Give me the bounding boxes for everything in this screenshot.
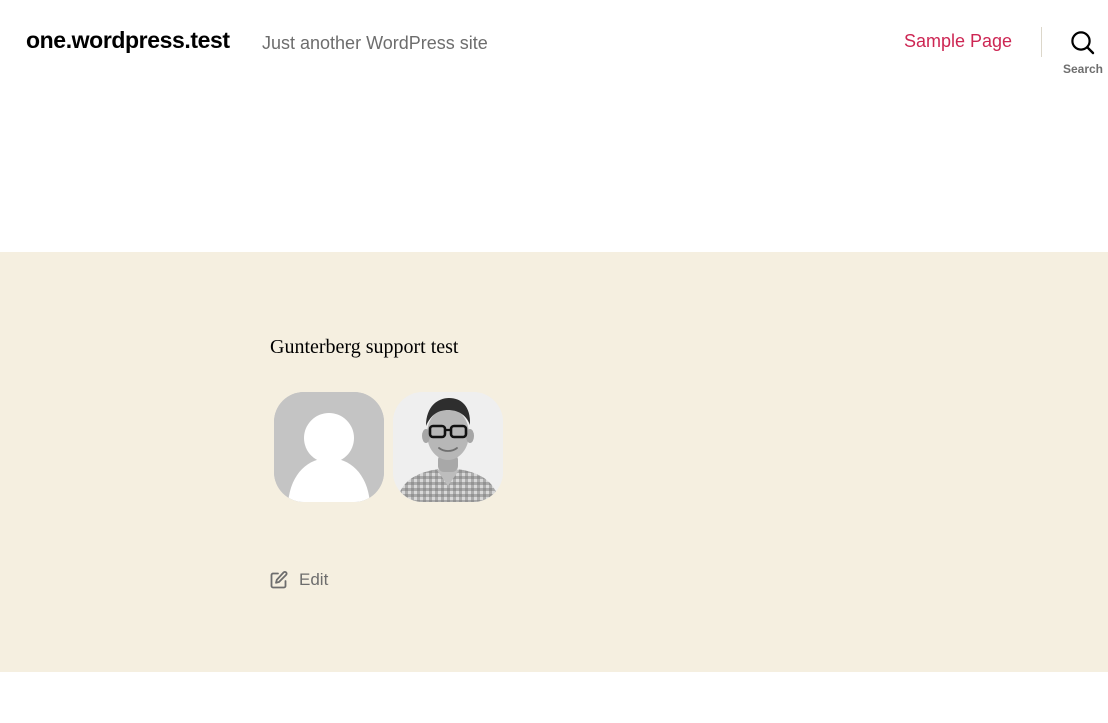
site-description: Just another WordPress site (262, 33, 488, 53)
edit-label: Edit (299, 570, 329, 589)
avatar-photo (393, 392, 503, 502)
site-title-link[interactable]: one.wordpress.test (26, 27, 230, 54)
search-toggle-button[interactable]: Search (1058, 28, 1108, 78)
nav-item-sample-page[interactable]: Sample Page (904, 31, 1012, 52)
site-header: one.wordpress.test Just another WordPres… (0, 0, 1108, 90)
search-label: Search (1062, 62, 1104, 76)
avatar-photo-image (393, 392, 503, 502)
default-avatar-silhouette (274, 392, 384, 502)
avatar-default (274, 392, 384, 502)
edit-post-link[interactable]: Edit (269, 569, 328, 591)
entry-text: Gunterberg support test (270, 336, 459, 358)
edit-icon (270, 570, 288, 589)
search-icon (1071, 31, 1095, 55)
nav-divider (1041, 27, 1042, 57)
page: one.wordpress.test Just another WordPres… (0, 0, 1108, 723)
content-band: Gunterberg support test Edit (0, 252, 1108, 672)
